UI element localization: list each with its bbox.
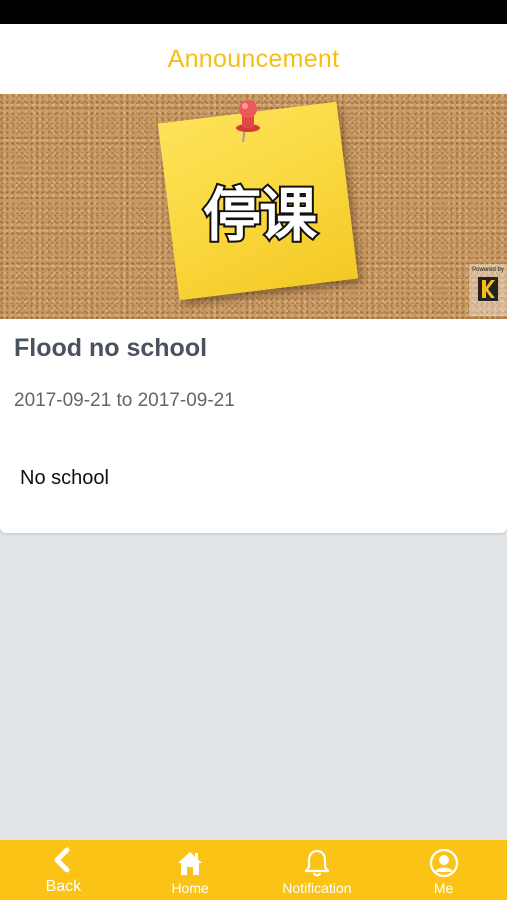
sticky-note-text: 停课 bbox=[201, 179, 317, 251]
k-logo-icon bbox=[478, 277, 498, 301]
back-button[interactable]: Back bbox=[0, 840, 127, 900]
tab-notification[interactable]: Notification bbox=[254, 840, 381, 900]
announcement-title: Flood no school bbox=[14, 334, 208, 362]
back-label: Back bbox=[45, 878, 82, 895]
tab-home-label: Home bbox=[171, 880, 209, 896]
tab-notification-label: Notification bbox=[282, 880, 352, 896]
user-circle-icon bbox=[429, 848, 458, 878]
nav-bar: Announcement bbox=[0, 24, 507, 94]
bell-icon bbox=[304, 849, 329, 877]
announcement-date-range: 2017-09-21 to 2017-09-21 bbox=[14, 390, 235, 411]
announcement-body: No school bbox=[20, 467, 109, 489]
tab-home[interactable]: Home bbox=[127, 840, 254, 900]
announcement-card: 停课 Powered by Flood no school 2017-09-21… bbox=[0, 94, 507, 533]
status-bar bbox=[0, 0, 507, 24]
powered-by-text: Powered by bbox=[472, 267, 504, 273]
announcement-banner-image: 停课 Powered by bbox=[0, 94, 507, 319]
chevron-left-icon bbox=[54, 847, 70, 873]
push-pin-icon bbox=[236, 100, 260, 143]
page-title: Announcement bbox=[167, 44, 340, 73]
tab-me-label: Me bbox=[433, 880, 454, 896]
home-icon bbox=[178, 852, 203, 875]
bottom-tab-bar: Back Home Notification Me bbox=[0, 840, 507, 900]
powered-by-badge: Powered by bbox=[469, 264, 507, 316]
tab-me[interactable]: Me bbox=[380, 840, 507, 900]
